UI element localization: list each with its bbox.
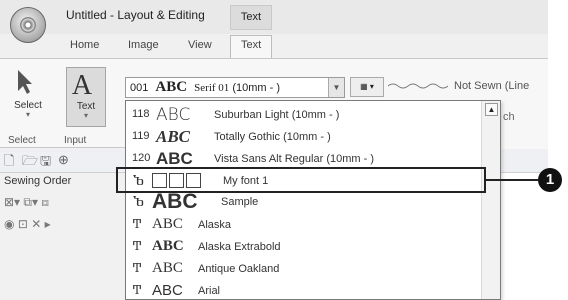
callout-badge: 1 xyxy=(538,168,562,192)
frame-icon[interactable]: ⊠▾ xyxy=(4,195,20,209)
user-font-icon: Ⴆ xyxy=(133,195,144,209)
spool-icon xyxy=(20,17,36,33)
font-sample: ABC xyxy=(156,127,191,146)
context-tab-text: Text xyxy=(230,5,272,30)
group-label-select: Select xyxy=(8,135,36,146)
sewing-order-pane: Sewing Order ⊠▾ ⧉▾ ⧈ ◉ ⊡ ✕ ▸ xyxy=(0,173,125,300)
font-list-item[interactable]: Ͳ ABC Alaska Extrabold xyxy=(126,235,481,257)
font-number: 118 xyxy=(132,108,150,120)
pane-toolbar-row: ⊠▾ ⧉▾ ⧈ xyxy=(4,195,49,210)
tab-text[interactable]: Text xyxy=(230,35,273,59)
font-sample: ABC xyxy=(152,260,183,276)
font-selector-number: 001 xyxy=(130,82,149,94)
font-name: Arial xyxy=(198,285,221,297)
sort-icon[interactable]: ⧈ xyxy=(41,195,49,209)
dropdown-scrollbar[interactable]: ▲ xyxy=(481,101,500,299)
text-a-icon: A xyxy=(72,70,93,98)
group-label-input: Input xyxy=(64,135,87,146)
tab-home[interactable]: Home xyxy=(70,39,99,51)
font-name: Antique Oakland xyxy=(198,263,280,275)
color-swatch-icon: ▦ ▾ xyxy=(360,82,374,91)
pointer-icon[interactable]: ▸ xyxy=(45,217,51,231)
select-button[interactable]: Select ▾ xyxy=(8,67,48,127)
font-selector-name: Serif 01 xyxy=(194,82,230,94)
tab-view[interactable]: View xyxy=(188,39,212,51)
truetype-font-icon: Ͳ xyxy=(133,239,142,253)
font-name: Alaska xyxy=(198,219,232,231)
running-stitch-icon xyxy=(388,83,448,89)
open-folder-icon[interactable]: 🗁 xyxy=(22,152,38,174)
font-sample: ABC xyxy=(156,105,191,125)
save-icon[interactable]: 🖫 xyxy=(40,152,51,174)
font-name: Totally Gothic (10mm - ) xyxy=(214,131,331,143)
font-number: 120 xyxy=(132,152,151,164)
truetype-font-icon: Ͳ xyxy=(133,217,142,231)
font-number: 119 xyxy=(132,130,150,142)
text-dropdown-arrow: ▾ xyxy=(83,111,88,120)
zoom-icon[interactable]: ⊕ xyxy=(58,152,69,168)
tab-image[interactable]: Image xyxy=(128,39,159,51)
text-button[interactable]: A Text ▾ xyxy=(66,67,106,127)
pane-title: Sewing Order xyxy=(4,175,72,187)
lock-icon[interactable]: ⊡ xyxy=(18,217,28,231)
truetype-font-icon: Ͳ xyxy=(133,261,142,275)
new-file-icon[interactable]: 🗋 xyxy=(4,152,14,174)
title-bar: Untitled - Layout & Editing Text xyxy=(0,0,548,43)
font-sample: ABC xyxy=(156,149,193,168)
font-list-item-sample[interactable]: Ⴆ ABC Sample xyxy=(126,191,481,213)
font-name: Sample xyxy=(221,196,259,208)
chevron-down-icon[interactable]: ▼ xyxy=(328,78,344,97)
font-sample: ABC xyxy=(152,216,183,232)
svg-text:A: A xyxy=(72,70,93,98)
font-sample: ABC xyxy=(152,282,183,299)
arrow-cursor-icon xyxy=(18,70,32,94)
font-list-item[interactable]: Ͳ ABC Alaska xyxy=(126,213,481,235)
font-list-item[interactable]: 119 ABC Totally Gothic (10mm - ) xyxy=(126,125,481,147)
font-sample: ABC xyxy=(152,191,198,213)
font-selector-size: (10mm - ) xyxy=(232,82,281,94)
sewing-attribute-label: Not Sewn (Line xyxy=(454,80,530,92)
search-field[interactable]: ch xyxy=(503,111,515,123)
callout-highlight-box xyxy=(116,167,486,193)
pane-toolbar-row-2: ◉ ⊡ ✕ ▸ xyxy=(4,217,51,231)
group-icon[interactable]: ⧉▾ xyxy=(23,195,38,209)
thread-color-button[interactable]: ▦ ▾ xyxy=(350,77,384,97)
eye-icon[interactable]: ◉ xyxy=(4,217,14,231)
font-selector[interactable]: 001 ABC Serif 01 (10mm - ) ▼ xyxy=(125,77,345,98)
font-list-item[interactable]: 118 ABC Suburban Light (10mm - ) xyxy=(126,103,481,125)
font-name: Vista Sans Alt Regular (10mm - ) xyxy=(214,153,374,165)
select-dropdown-arrow: ▾ xyxy=(25,110,30,119)
sewing-attribute-selector[interactable]: Not Sewn (Line xyxy=(388,77,548,97)
font-name: Alaska Extrabold xyxy=(198,241,281,253)
font-list-item[interactable]: Ͳ ABC Arial xyxy=(126,279,481,299)
ribbon-tabs: Home Image View Text xyxy=(0,34,548,59)
font-list-item[interactable]: Ͳ ABC Antique Oakland xyxy=(126,257,481,279)
truetype-font-icon: Ͳ xyxy=(133,283,142,297)
font-sample: ABC xyxy=(152,238,184,254)
font-list-item[interactable]: 120 ABC Vista Sans Alt Regular (10mm - ) xyxy=(126,147,481,169)
scroll-up-icon[interactable]: ▲ xyxy=(485,103,498,116)
delete-icon[interactable]: ✕ xyxy=(31,217,41,231)
font-selector-sample: ABC xyxy=(155,79,188,95)
font-name: Suburban Light (10mm - ) xyxy=(214,109,340,121)
callout-leader-line xyxy=(486,179,538,181)
window-title: Untitled - Layout & Editing xyxy=(66,8,205,22)
font-dropdown-list[interactable]: 118 ABC Suburban Light (10mm - ) 119 ABC… xyxy=(125,100,501,300)
